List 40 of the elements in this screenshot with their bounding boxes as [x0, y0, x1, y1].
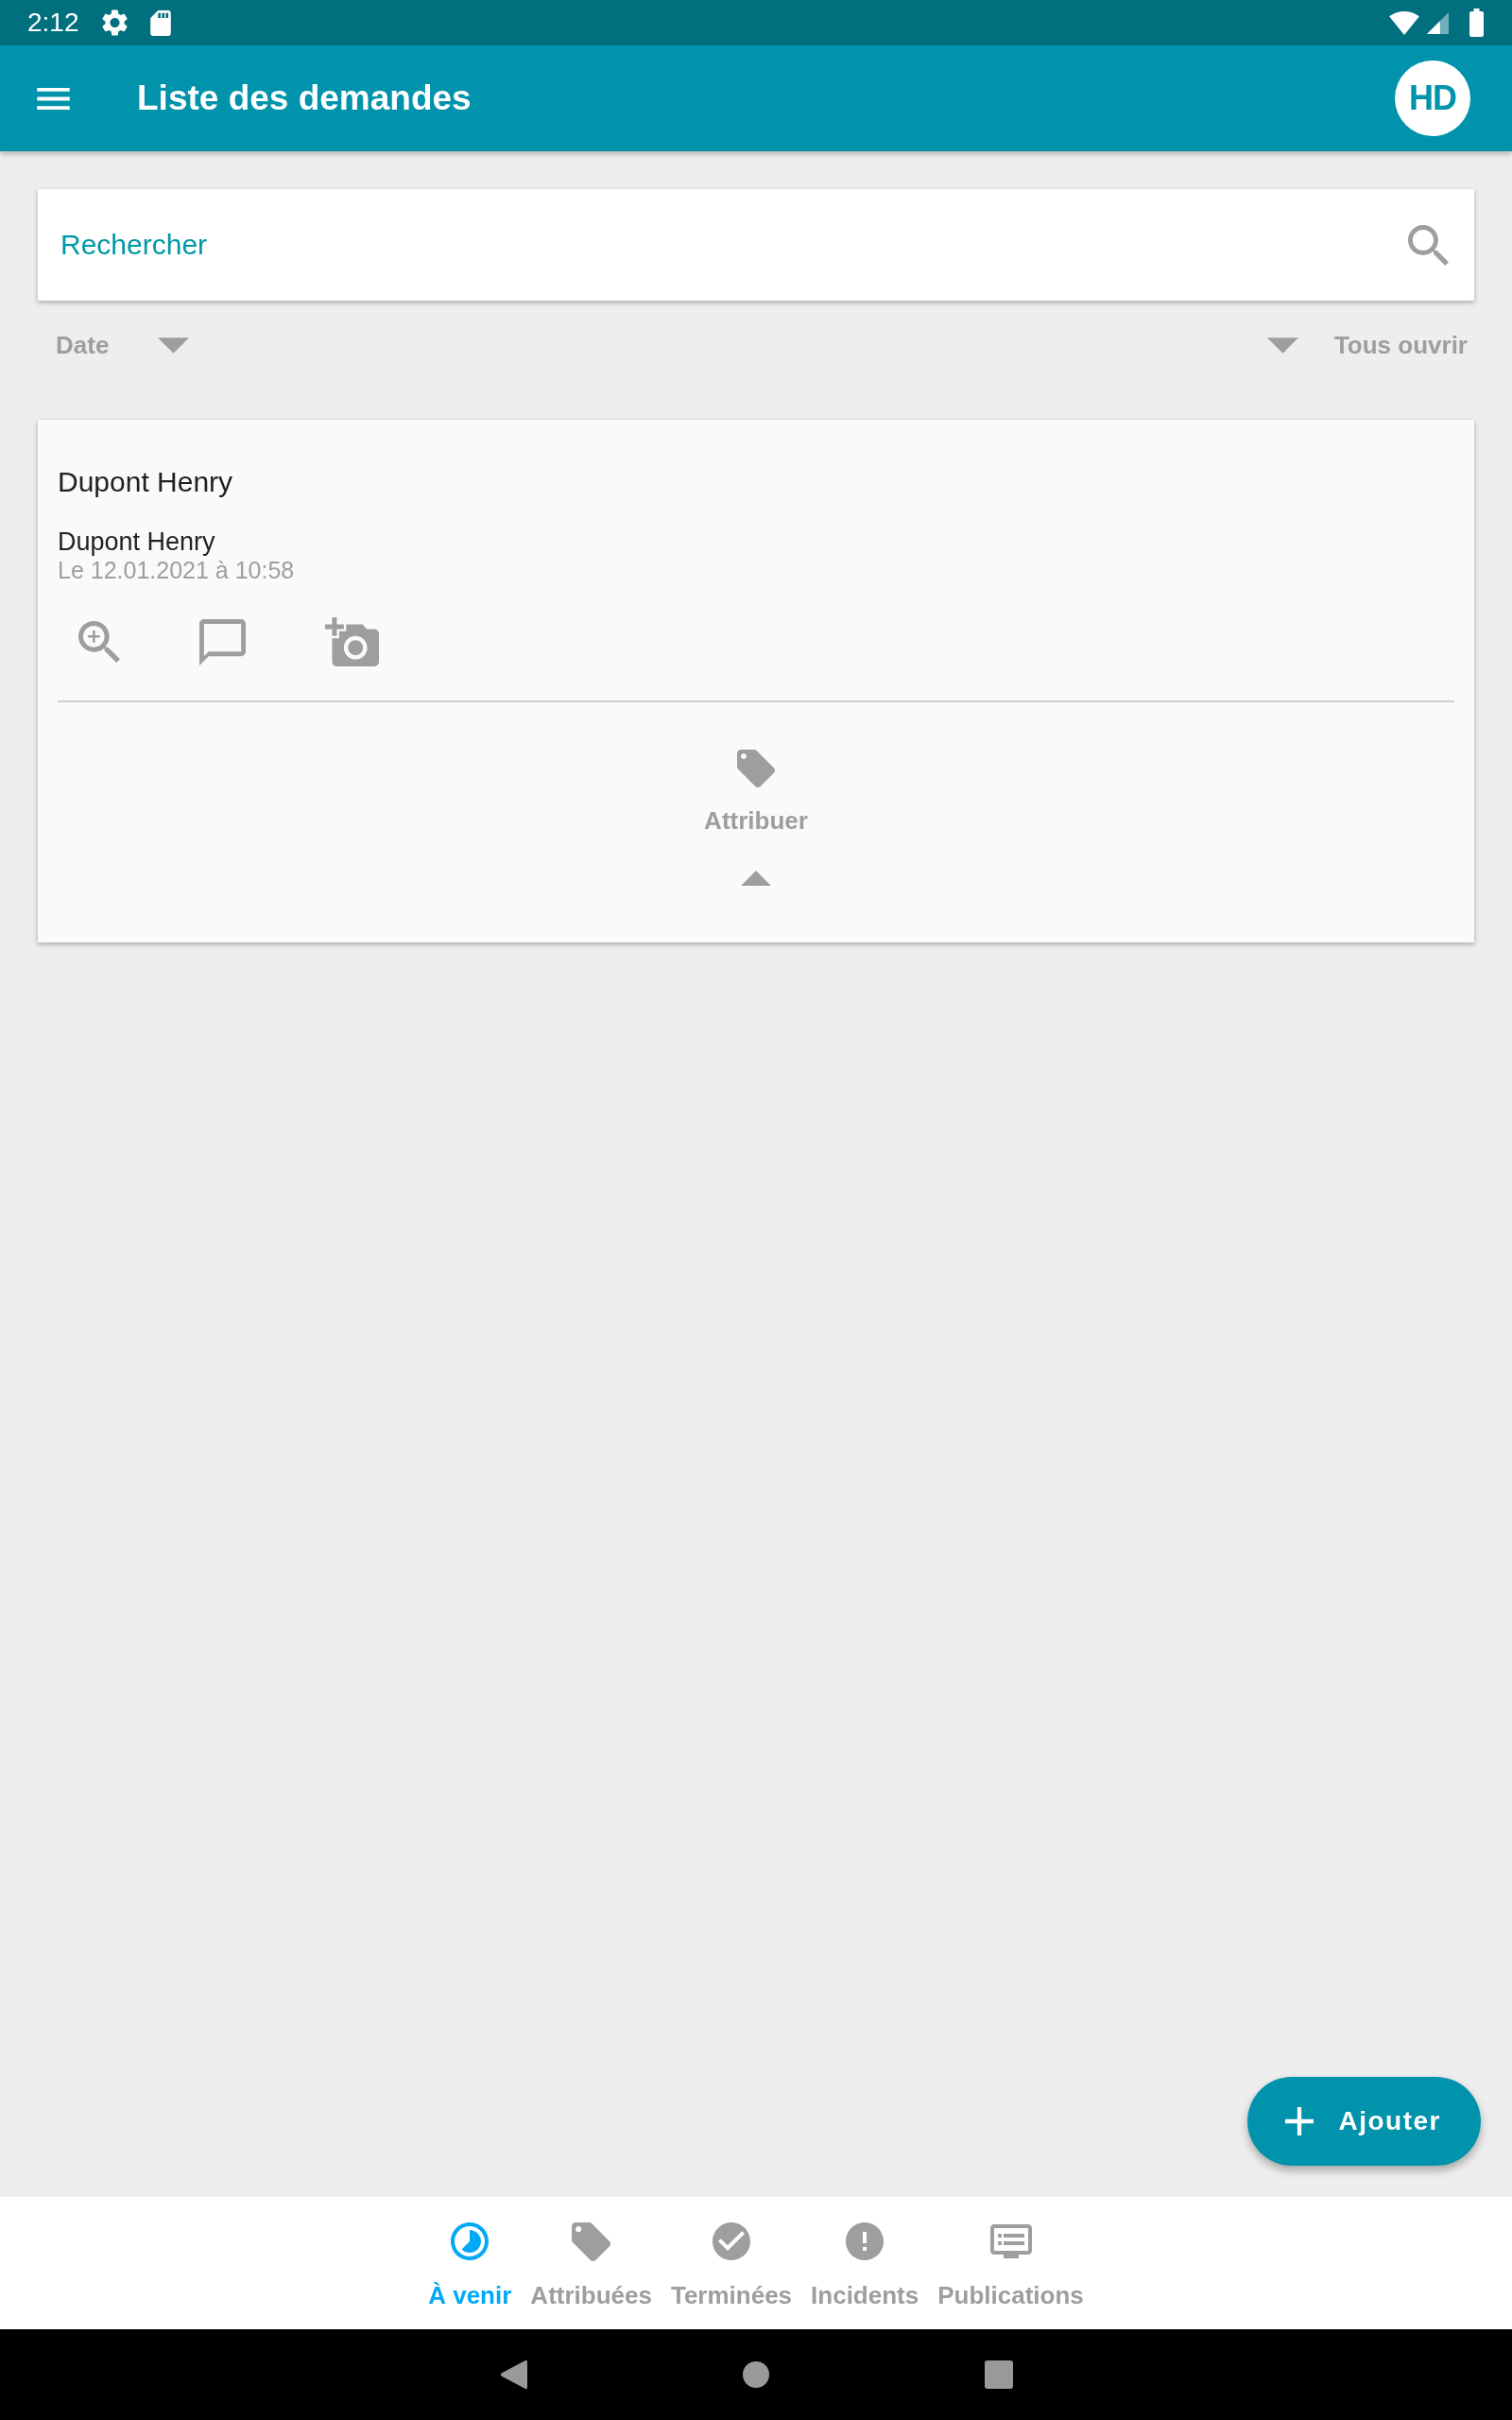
menu-button[interactable]: [37, 87, 70, 110]
wifi-icon: [1389, 10, 1419, 35]
nav-tab[interactable]: Attribuées: [521, 2222, 662, 2311]
menu-icon: [37, 87, 70, 110]
tag-icon: [737, 750, 775, 787]
add-button[interactable]: Ajouter: [1246, 2077, 1481, 2166]
status-time: 2:12: [27, 8, 79, 38]
nav-tab[interactable]: À venir: [419, 2222, 522, 2311]
request-title: Dupont Henry: [58, 465, 233, 499]
monitor-list-icon: [989, 2224, 1032, 2258]
home-icon[interactable]: [742, 2361, 769, 2388]
zoom-in-button[interactable]: [78, 621, 120, 663]
caret-down-icon: [1266, 337, 1298, 354]
nav-tab[interactable]: Terminées: [661, 2222, 802, 2311]
expand-all-button[interactable]: Tous ouvrir: [1266, 329, 1468, 361]
zoom-in-icon: [78, 621, 120, 663]
add-photo-button[interactable]: [325, 617, 379, 666]
page-title: Liste des demandes: [137, 78, 472, 119]
nav-tab[interactable]: Publications: [928, 2222, 1093, 2311]
add-camera-icon: [325, 617, 379, 666]
battery-icon: [1469, 9, 1484, 37]
requester-name: Dupont Henry: [58, 527, 215, 556]
sort-dropdown[interactable]: Date: [56, 329, 190, 361]
comment-button[interactable]: [199, 618, 246, 666]
speech-bubble-icon: [199, 618, 246, 666]
back-icon[interactable]: [499, 2360, 527, 2390]
assign-button[interactable]: Attribuer: [704, 750, 808, 837]
tag-icon: [572, 2221, 611, 2261]
search-icon[interactable]: [1408, 224, 1449, 266]
recents-icon[interactable]: [984, 2360, 1013, 2389]
clock-icon: [451, 2222, 490, 2260]
settings-icon: [101, 9, 128, 36]
caret-down-icon: [158, 337, 190, 354]
request-date: Le 12.01.2021 à 10:58: [58, 556, 295, 584]
caret-up-icon[interactable]: [741, 871, 771, 886]
plus-icon: [1284, 2107, 1314, 2135]
nav-tab[interactable]: Incidents: [801, 2222, 929, 2311]
user-avatar[interactable]: HD: [1395, 60, 1470, 136]
signal-icon: [1427, 11, 1449, 34]
sd-card-icon: [149, 9, 171, 36]
